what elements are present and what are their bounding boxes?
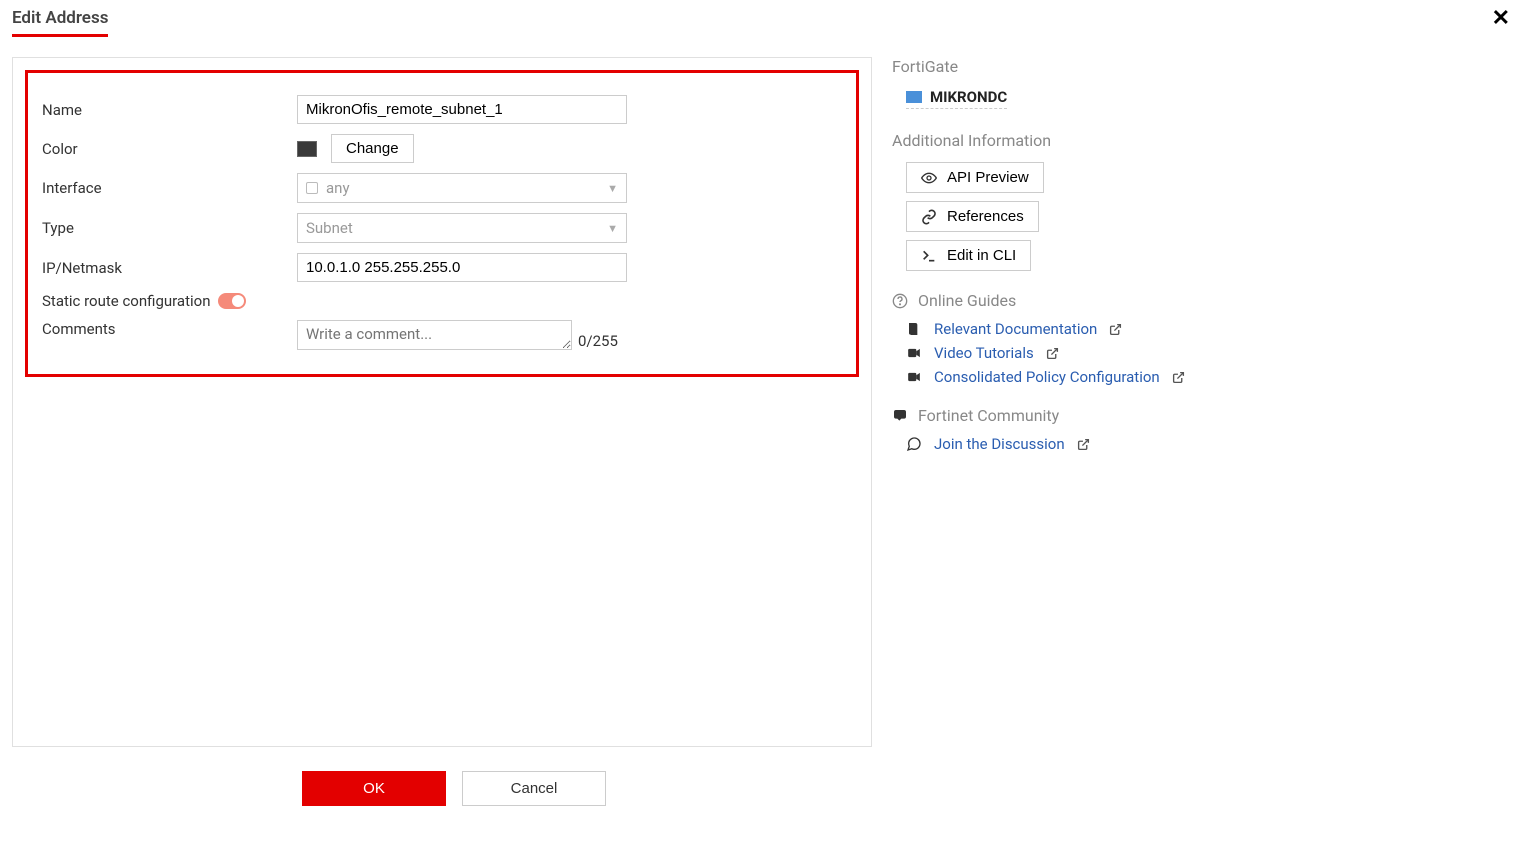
references-label: References: [947, 208, 1024, 225]
references-button[interactable]: References: [906, 201, 1039, 232]
video-icon: [906, 370, 922, 384]
interface-select[interactable]: any ▼: [297, 173, 627, 203]
eye-icon: [921, 170, 937, 186]
edit-cli-label: Edit in CLI: [947, 247, 1016, 264]
question-circle-icon: [892, 292, 908, 310]
type-value: Subnet: [306, 219, 353, 237]
external-link-icon: [1109, 323, 1122, 336]
chevron-down-icon: ▼: [607, 222, 618, 235]
heading-online-guides: Online Guides: [918, 291, 1016, 310]
link-join-discussion[interactable]: Join the Discussion: [934, 435, 1065, 453]
form-highlight-frame: Name Color Change Interface any ▼: [25, 70, 859, 377]
link-documentation[interactable]: Relevant Documentation: [934, 320, 1097, 338]
label-type: Type: [42, 219, 297, 237]
link-policy-config[interactable]: Consolidated Policy Configuration: [934, 368, 1160, 386]
close-icon[interactable]: ✕: [1492, 8, 1510, 30]
heading-community: Fortinet Community: [918, 406, 1059, 425]
change-color-button[interactable]: Change: [331, 134, 414, 163]
device-icon: [906, 91, 922, 103]
external-link-icon: [1172, 371, 1185, 384]
interface-icon: [306, 182, 318, 194]
interface-value: any: [326, 179, 350, 197]
heading-fortigate: FortiGate: [892, 57, 1312, 76]
label-static-route: Static route configuration: [42, 292, 210, 310]
cancel-button[interactable]: Cancel: [462, 771, 606, 806]
video-icon: [906, 346, 922, 360]
type-select[interactable]: Subnet ▼: [297, 213, 627, 243]
ok-button[interactable]: OK: [302, 771, 446, 806]
terminal-icon: [921, 248, 937, 264]
device-name: MIKRONDC: [930, 88, 1007, 106]
link-icon: [921, 209, 937, 225]
external-link-icon: [1077, 438, 1090, 451]
label-comments: Comments: [42, 320, 297, 338]
label-interface: Interface: [42, 179, 297, 197]
comments-icon: [892, 407, 908, 425]
form-panel: Name Color Change Interface any ▼: [12, 57, 872, 747]
ip-netmask-input[interactable]: [297, 253, 627, 282]
label-ip-netmask: IP/Netmask: [42, 259, 297, 277]
static-route-toggle[interactable]: [218, 293, 246, 309]
book-icon: [906, 321, 922, 337]
heading-additional-info: Additional Information: [892, 131, 1312, 150]
name-input[interactable]: [297, 95, 627, 124]
color-swatch-icon: [297, 141, 317, 157]
link-video-tutorials[interactable]: Video Tutorials: [934, 344, 1034, 362]
api-preview-label: API Preview: [947, 169, 1029, 186]
side-panel: FortiGate MIKRONDC Additional Informatio…: [892, 57, 1312, 747]
page-title: Edit Address: [12, 8, 108, 37]
api-preview-button[interactable]: API Preview: [906, 162, 1044, 193]
comments-counter: 0/255: [578, 332, 618, 350]
label-name: Name: [42, 101, 297, 119]
external-link-icon: [1046, 347, 1059, 360]
label-color: Color: [42, 140, 297, 158]
speech-bubble-icon: [906, 436, 922, 452]
edit-cli-button[interactable]: Edit in CLI: [906, 240, 1031, 271]
chevron-down-icon: ▼: [607, 182, 618, 195]
comments-textarea[interactable]: [297, 320, 572, 350]
